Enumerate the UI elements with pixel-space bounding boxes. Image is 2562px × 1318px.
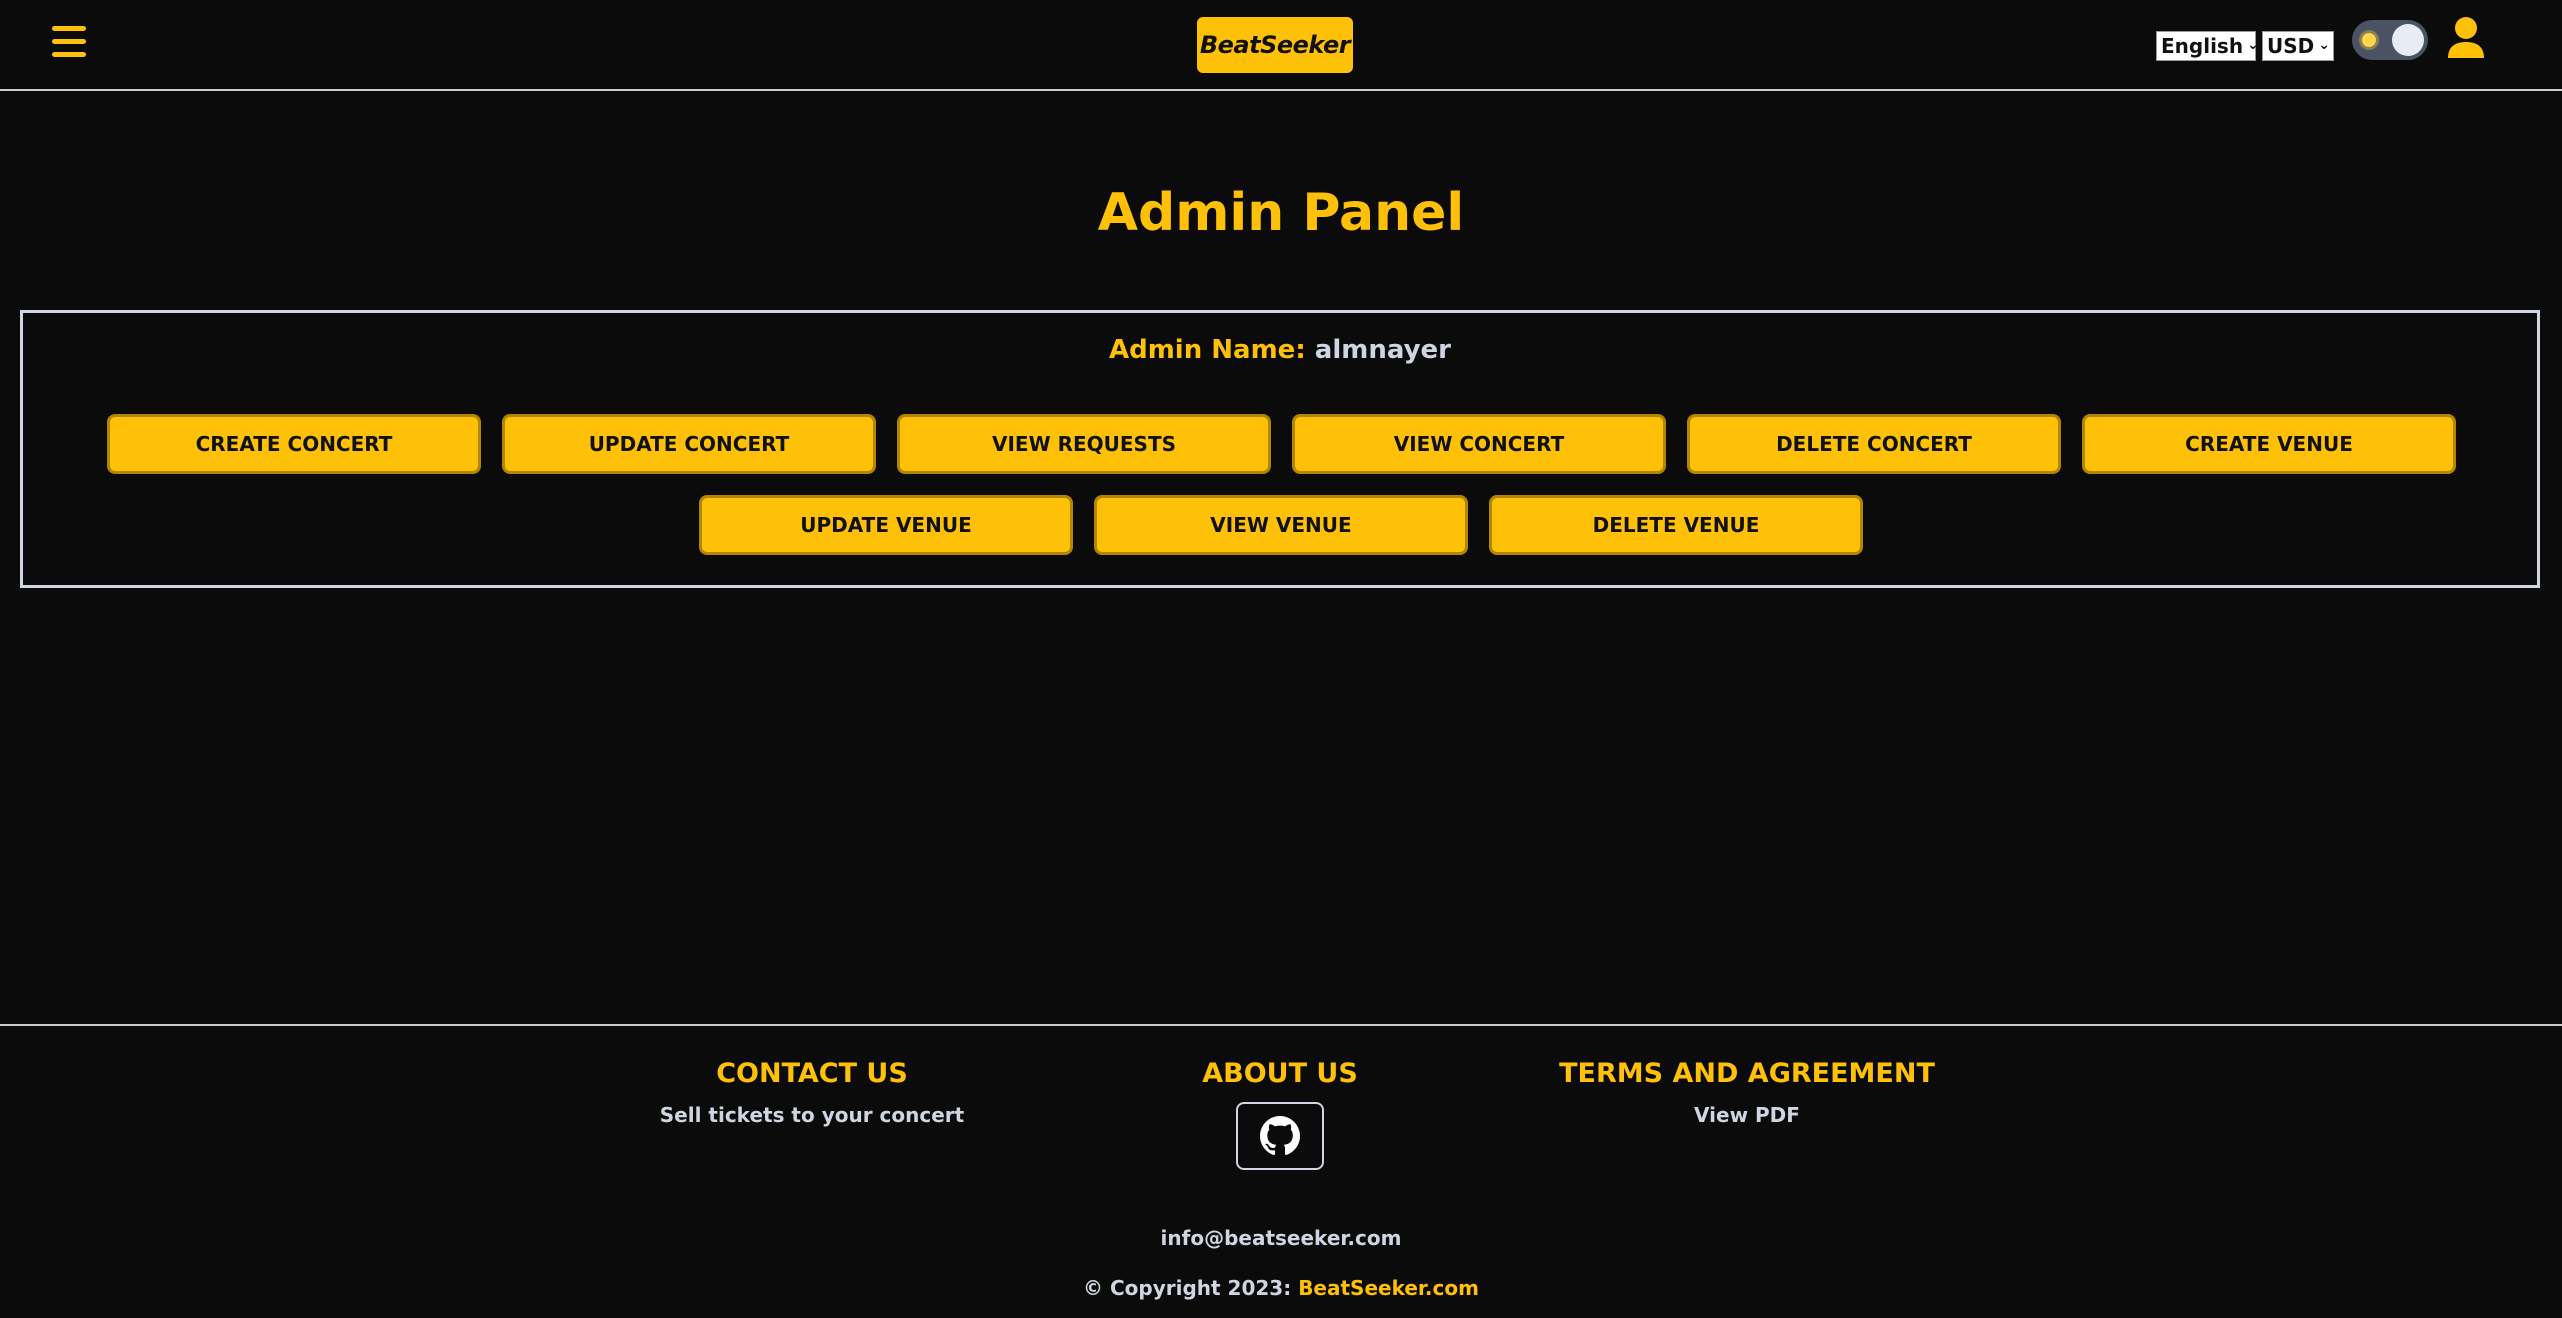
contact-email[interactable]: info@beatseeker.com — [0, 1226, 2562, 1250]
delete-concert-button[interactable]: DELETE CONCERT — [1687, 414, 2061, 474]
chevron-down-icon: ⌄ — [2318, 37, 2330, 53]
footer-contact-column: CONTACT US Sell tickets to your concert — [612, 1058, 1012, 1127]
brand-logo[interactable]: BeatSeeker — [1197, 17, 1353, 73]
theme-toggle[interactable] — [2352, 20, 2428, 60]
github-button[interactable] — [1236, 1102, 1324, 1170]
brand-logo-text: BeatSeeker — [1199, 31, 1351, 59]
create-concert-button[interactable]: CREATE CONCERT — [107, 414, 481, 474]
github-icon — [1260, 1116, 1300, 1156]
admin-name: Admin Name: almnayer — [23, 335, 2537, 365]
copyright-prefix: © Copyright 2023: — [1083, 1276, 1292, 1300]
hamburger-menu-icon[interactable] — [52, 26, 86, 58]
admin-name-value: almnayer — [1314, 335, 1451, 365]
view-concert-button[interactable]: VIEW CONCERT — [1292, 414, 1666, 474]
delete-venue-button[interactable]: DELETE VENUE — [1489, 495, 1863, 555]
view-venue-button[interactable]: VIEW VENUE — [1094, 495, 1468, 555]
about-us-heading: ABOUT US — [1202, 1058, 1358, 1089]
page-title: Admin Panel — [1097, 183, 1465, 243]
view-pdf-link[interactable]: View PDF — [1547, 1103, 1947, 1127]
toggle-knob — [2392, 24, 2424, 56]
chevron-down-icon: ⌄ — [2247, 37, 2259, 53]
terms-heading: TERMS AND AGREEMENT — [1559, 1058, 1935, 1089]
copyright: © Copyright 2023: BeatSeeker.com — [0, 1276, 2562, 1300]
footer-about-column: ABOUT US — [1130, 1058, 1430, 1089]
language-select[interactable]: English ⌄ — [2156, 31, 2259, 61]
footer: CONTACT US Sell tickets to your concert … — [0, 1024, 2562, 1318]
user-icon[interactable] — [2446, 16, 2486, 60]
update-concert-button[interactable]: UPDATE CONCERT — [502, 414, 876, 474]
footer-terms-column: TERMS AND AGREEMENT View PDF — [1547, 1058, 1947, 1127]
currency-select-value: USD — [2267, 34, 2315, 58]
admin-name-label: Admin Name: — [1108, 335, 1306, 365]
top-navbar: BeatSeeker English ⌄ USD ⌄ — [0, 0, 2562, 91]
create-venue-button[interactable]: CREATE VENUE — [2082, 414, 2456, 474]
copyright-brand-link[interactable]: BeatSeeker.com — [1298, 1276, 1479, 1300]
contact-us-heading: CONTACT US — [716, 1058, 908, 1089]
admin-panel-box: Admin Name: almnayer CREATE CONCERT UPDA… — [20, 310, 2540, 588]
language-select-value: English — [2161, 34, 2244, 58]
view-requests-button[interactable]: VIEW REQUESTS — [897, 414, 1271, 474]
sell-tickets-link[interactable]: Sell tickets to your concert — [612, 1103, 1012, 1127]
currency-select[interactable]: USD ⌄ — [2262, 31, 2334, 61]
sun-icon — [2362, 33, 2376, 47]
update-venue-button[interactable]: UPDATE VENUE — [699, 495, 1073, 555]
